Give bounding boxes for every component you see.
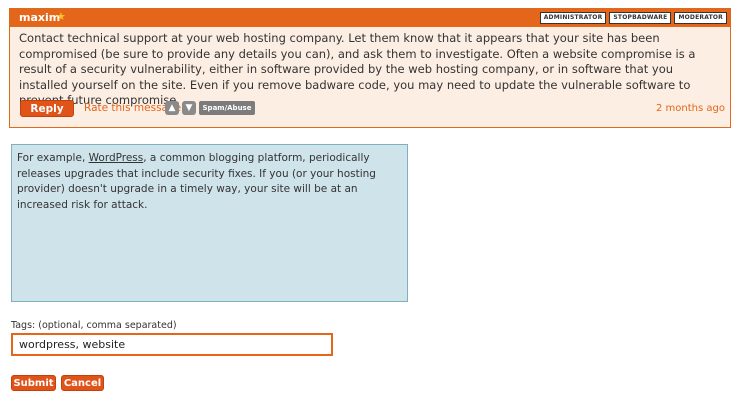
badge-stopbadware: STOPBADWARE <box>609 12 672 24</box>
reply-button[interactable]: Reply <box>20 100 74 117</box>
submit-button[interactable]: Submit <box>11 375 56 391</box>
cancel-button[interactable]: Cancel <box>61 375 104 391</box>
composer-link-wordpress: WordPress <box>88 152 144 164</box>
post-author[interactable]: maxim <box>19 11 60 24</box>
composer-text-before: For example, <box>17 152 89 164</box>
tags-label: Tags: (optional, comma separated) <box>11 320 177 331</box>
reply-post: maxim ★ ADMINISTRATOR STOPBADWARE MODERA… <box>9 8 731 128</box>
tags-input[interactable] <box>11 333 333 356</box>
post-header: maxim ★ ADMINISTRATOR STOPBADWARE MODERA… <box>10 9 730 27</box>
role-badges: ADMINISTRATOR STOPBADWARE MODERATOR <box>539 12 727 24</box>
badge-administrator: ADMINISTRATOR <box>539 12 607 24</box>
badge-moderator: MODERATOR <box>674 12 727 24</box>
star-icon: ★ <box>56 10 66 23</box>
post-body: Contact technical support at your web ho… <box>19 31 696 107</box>
message-textarea[interactable]: For example, WordPress, a common bloggin… <box>11 144 408 302</box>
spam-abuse-button[interactable]: Spam/Abuse <box>199 101 255 115</box>
thumbs-up-icon[interactable]: ▲ <box>165 101 179 115</box>
post-timestamp: 2 months ago <box>656 103 725 114</box>
thumbs-down-icon[interactable]: ▼ <box>182 101 196 115</box>
